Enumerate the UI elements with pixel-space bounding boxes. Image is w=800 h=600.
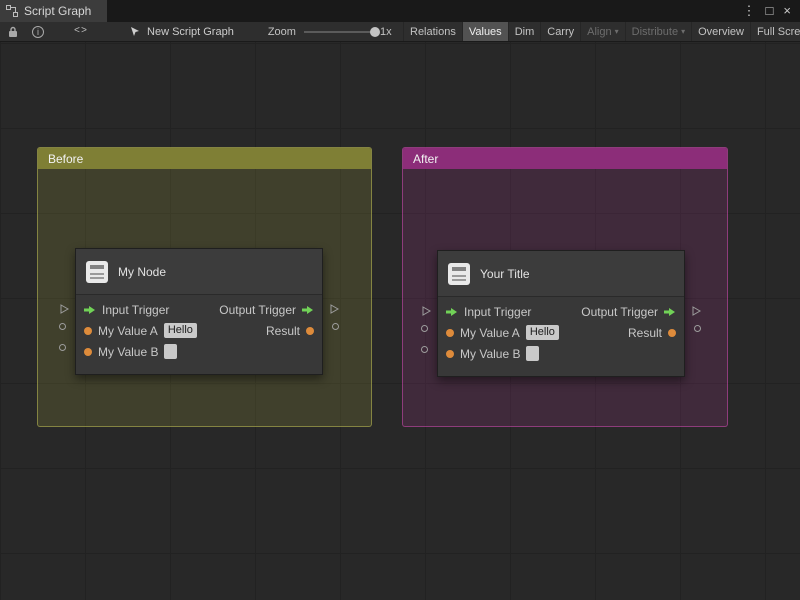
node-title: My Node [118,265,166,279]
maximize-icon[interactable]: □ [762,0,778,22]
node-header[interactable]: Your Title [438,251,684,297]
group-after-header[interactable]: After [403,148,727,169]
trigger-arrow-icon [302,305,314,315]
fullscreen-button[interactable]: Full Screen [750,22,800,41]
port-my-value-a[interactable]: My Value A Hello [84,323,197,338]
overview-button[interactable]: Overview [691,22,750,41]
values-button[interactable]: Values [462,22,508,41]
trigger-arrow-icon [664,307,676,317]
script-graph-icon [448,263,470,285]
trigger-arrow-icon [84,305,96,315]
unity-script-graph-window: Script Graph ⋮ □ × i <> New Script Graph… [0,0,800,600]
node-header[interactable]: My Node [76,249,322,295]
value-port-icon [84,327,92,335]
tab-title: Script Graph [24,4,91,18]
zoom-control: Zoom 1x [268,26,392,38]
code-edit-icon[interactable]: <> [74,26,88,37]
relations-button[interactable]: Relations [403,22,462,41]
port-input-trigger[interactable]: Input Trigger [84,303,169,317]
my-value-a-field[interactable]: Hello [164,323,197,338]
ext-trigger-out-port[interactable] [691,303,701,321]
new-script-graph-button[interactable]: New Script Graph [130,26,234,38]
node-body: Input Trigger Output Trigger My Value A … [76,295,322,374]
node-title: Your Title [480,267,530,281]
tab-script-graph[interactable]: Script Graph [0,0,107,22]
port-result[interactable]: Result [266,324,314,338]
ext-value-a-port[interactable] [59,323,66,330]
align-dropdown[interactable]: Align ▾ [580,22,624,41]
port-input-trigger[interactable]: Input Trigger [446,305,531,319]
ext-value-a-port[interactable] [421,325,428,332]
chevron-down-icon: ▾ [681,27,685,36]
value-port-icon [306,327,314,335]
graph-canvas[interactable]: Before After My Node Input Trigger [0,42,800,600]
value-port-icon [668,329,676,337]
value-port-icon [84,348,92,356]
window-controls: ⋮ □ × [739,0,800,22]
port-result[interactable]: Result [628,326,676,340]
my-value-b-field[interactable] [526,346,539,361]
group-before-header[interactable]: Before [38,148,371,169]
ext-result-port[interactable] [694,325,701,332]
graph-icon [6,5,18,17]
ext-trigger-in-port[interactable] [421,303,431,321]
cursor-icon [130,26,141,37]
ext-value-b-port[interactable] [59,344,66,351]
trigger-arrow-icon [446,307,458,317]
my-value-a-field[interactable]: Hello [526,325,559,340]
group-before-title: Before [48,152,83,166]
close-icon[interactable]: × [779,0,795,22]
group-after-title: After [413,152,438,166]
distribute-dropdown[interactable]: Distribute ▾ [625,22,691,41]
zoom-label: Zoom [268,26,296,38]
value-port-icon [446,329,454,337]
kebab-menu-icon[interactable]: ⋮ [739,0,760,22]
new-script-graph-label: New Script Graph [147,26,234,38]
ext-value-b-port[interactable] [421,346,428,353]
zoom-value: 1x [380,26,392,38]
zoom-slider[interactable] [304,31,376,33]
graph-toolbar: i <> New Script Graph Zoom 1x Relations … [0,22,800,42]
ext-trigger-out-port[interactable] [329,301,339,319]
port-my-value-b[interactable]: My Value B [84,344,177,359]
my-value-b-field[interactable] [164,344,177,359]
node-your-title[interactable]: Your Title Input Trigger Output Trigger [437,250,685,377]
tab-bar: Script Graph ⋮ □ × [0,0,800,22]
zoom-slider-knob[interactable] [370,27,380,37]
ext-trigger-in-port[interactable] [59,301,69,319]
toolbar-buttons: Relations Values Dim Carry Align ▾ Distr… [403,22,800,41]
value-port-icon [446,350,454,358]
port-output-trigger[interactable]: Output Trigger [219,303,314,317]
carry-button[interactable]: Carry [540,22,580,41]
node-body: Input Trigger Output Trigger My Value A … [438,297,684,376]
script-graph-icon [86,261,108,283]
dim-button[interactable]: Dim [508,22,541,41]
port-my-value-a[interactable]: My Value A Hello [446,325,559,340]
port-output-trigger[interactable]: Output Trigger [581,305,676,319]
port-my-value-b[interactable]: My Value B [446,346,539,361]
chevron-down-icon: ▾ [615,27,619,36]
lock-icon[interactable] [8,26,18,38]
node-my-node[interactable]: My Node Input Trigger Output Trigger [75,248,323,375]
ext-result-port[interactable] [332,323,339,330]
info-icon[interactable]: i [32,26,44,38]
